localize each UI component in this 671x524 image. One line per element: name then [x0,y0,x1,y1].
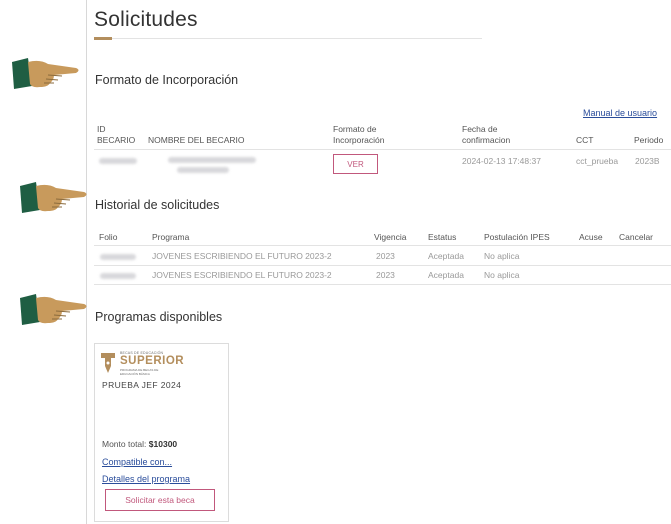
header-nombre-becario: NOMBRE DEL BECARIO [148,135,245,145]
postulacion-value: No aplica [484,270,520,280]
header-programa: Programa [152,232,190,242]
section-title-historial: Historial de solicitudes [95,198,220,212]
table-divider [94,149,671,150]
vigencia-value: 2023 [376,270,395,280]
table-divider [94,245,671,246]
redacted-name [177,167,229,173]
cct-value: cct_prueba [576,156,619,166]
header-fecha-confirmacion: Fecha de confirmacion [462,124,511,145]
program-logo: BECAS DE EDUCACIÓN SUPERIOR PROGRAMA DE … [100,349,200,379]
logo-subtitle: PROGRAMA DE BECAS DE EDUCACIÓN BÁSICA [120,368,159,376]
header-cancelar: Cancelar [619,232,654,242]
ver-formato-button[interactable]: VER [333,154,378,174]
periodo-value: 2023B [635,156,660,166]
pointing-hand-icon [20,182,87,213]
program-card: BECAS DE EDUCACIÓN SUPERIOR PROGRAMA DE … [94,343,229,522]
redacted-folio [100,273,136,279]
header-postulacion-ipes: Postulación IPES [484,232,550,242]
detalles-programa-link[interactable]: Detalles del programa [102,474,190,484]
header-vigencia: Vigencia [374,232,407,242]
monto-total: Monto total: $10300 [102,439,178,449]
title-divider [112,38,482,39]
pen-nib-icon [101,353,115,373]
estatus-value: Aceptada [428,270,464,280]
estatus-value: Aceptada [428,251,464,261]
table-divider [94,265,671,266]
section-title-formato: Formato de Incorporación [95,73,239,87]
pointing-hand-icon [20,294,87,325]
table-divider [94,284,671,285]
header-estatus: Estatus [428,232,457,242]
redacted-name [168,157,256,163]
vigencia-value: 2023 [376,251,395,261]
programa-value: JOVENES ESCRIBIENDO EL FUTURO 2023-2 [152,251,332,261]
header-cct: CCT [576,135,594,145]
programa-value: JOVENES ESCRIBIENDO EL FUTURO 2023-2 [152,270,332,280]
pointing-hand-icon [12,58,79,89]
postulacion-value: No aplica [484,251,520,261]
logo-title: SUPERIOR [120,355,185,367]
header-acuse: Acuse [579,232,603,242]
solicitar-beca-button[interactable]: Solicitar esta beca [105,489,215,511]
header-formato-incorporacion: Formato de Incorporación [333,124,385,145]
fecha-value: 2024-02-13 17:48:37 [462,156,541,166]
redacted-id [99,158,137,164]
header-folio: Folio [99,232,118,242]
title-accent-bar [94,37,112,40]
header-periodo: Periodo [634,135,664,145]
manual-usuario-link[interactable]: Manual de usuario [583,108,657,118]
section-title-programas: Programas disponibles [95,310,223,324]
redacted-folio [100,254,136,260]
compatible-con-link[interactable]: Compatible con... [102,457,172,467]
header-id-becario: ID BECARIO [97,124,136,145]
page-title: Solicitudes [94,8,198,31]
program-name: PRUEBA JEF 2024 [102,380,182,390]
